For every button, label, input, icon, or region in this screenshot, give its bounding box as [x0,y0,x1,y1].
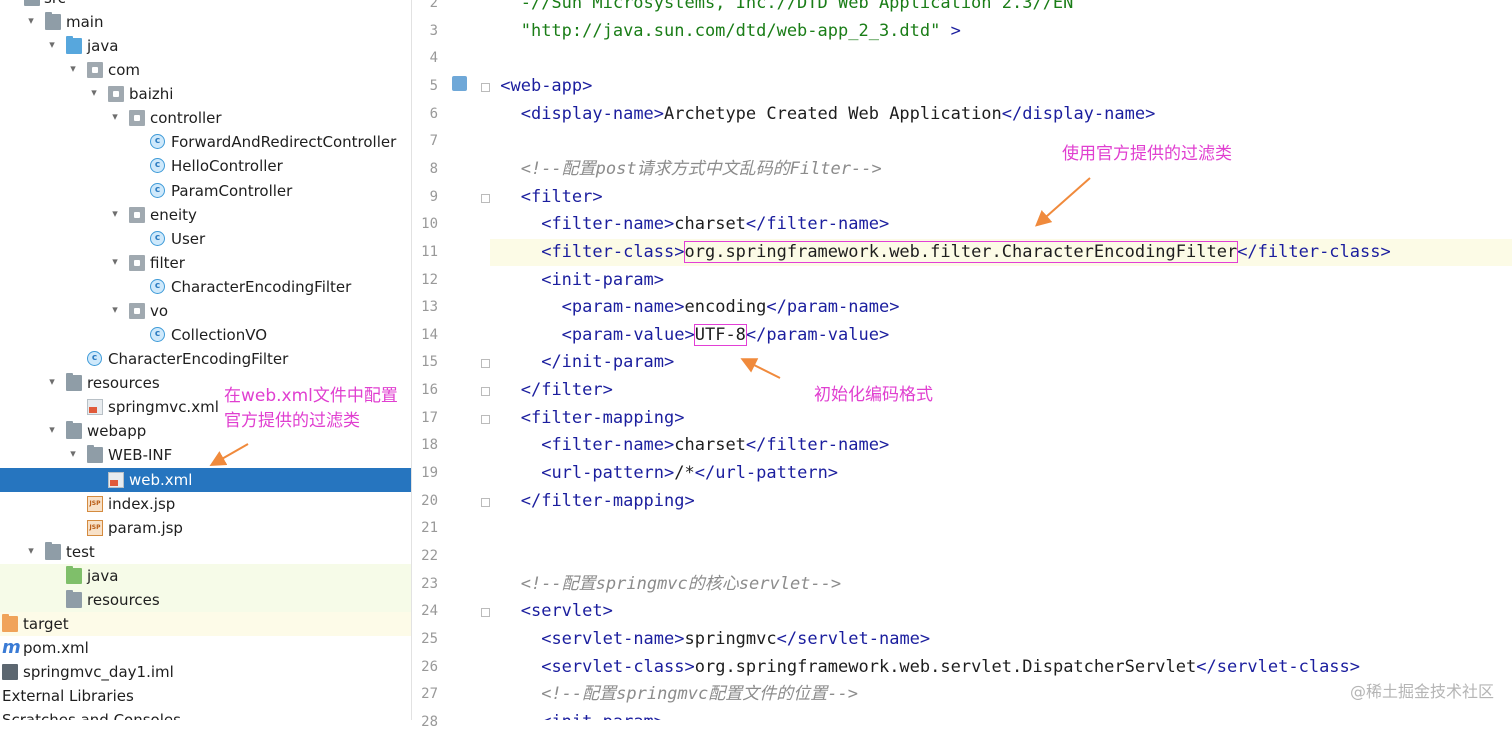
arrow-to-web-xml [209,443,249,466]
arrow-to-filter-class [1035,177,1091,227]
arrow-to-utf8 [740,358,781,379]
watermark: @稀土掘金技术社区 [1349,682,1494,701]
annotation-arrows [209,177,1091,466]
